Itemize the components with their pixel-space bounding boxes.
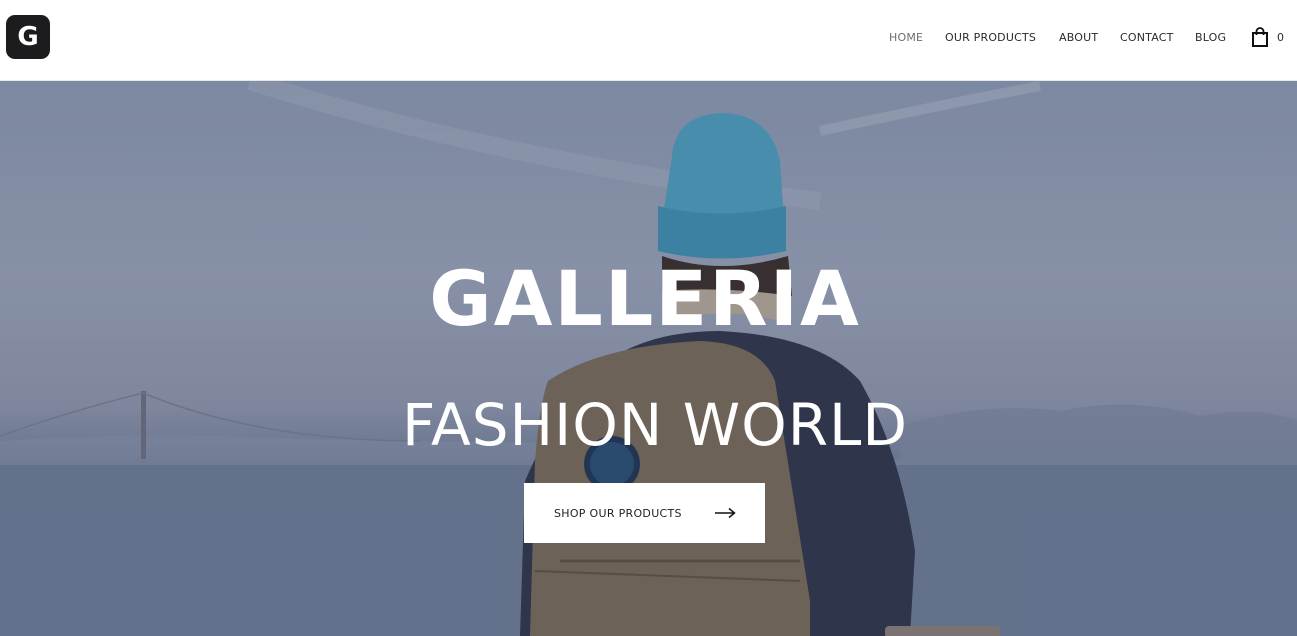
site-header: G HOME OUR PRODUCTS ABOUT CONTACT BLOG 0	[0, 0, 1297, 81]
hero-overlay	[0, 81, 1297, 636]
nav-item-about[interactable]: ABOUT	[1059, 31, 1098, 44]
shop-products-button[interactable]: SHOP OUR PRODUCTS	[524, 483, 765, 543]
shop-products-label: SHOP OUR PRODUCTS	[554, 506, 682, 520]
nav-item-contact[interactable]: CONTACT	[1120, 31, 1174, 44]
nav-item-our-products[interactable]: OUR PRODUCTS	[945, 31, 1036, 44]
hero-subtitle: FASHION WORLD	[402, 391, 908, 459]
nav-item-home[interactable]: HOME	[889, 31, 923, 44]
cart-button[interactable]: 0	[1251, 27, 1291, 49]
hero-title: GALLERIA	[429, 254, 861, 343]
main-nav: HOME OUR PRODUCTS ABOUT CONTACT BLOG	[0, 31, 1297, 45]
cart-count: 0	[1277, 31, 1284, 44]
nav-item-blog[interactable]: BLOG	[1195, 31, 1226, 44]
arrow-right-icon	[715, 507, 736, 519]
shopping-bag-icon	[1252, 27, 1268, 47]
hero-banner: GALLERIA FASHION WORLD SHOP OUR PRODUCTS	[0, 81, 1297, 636]
